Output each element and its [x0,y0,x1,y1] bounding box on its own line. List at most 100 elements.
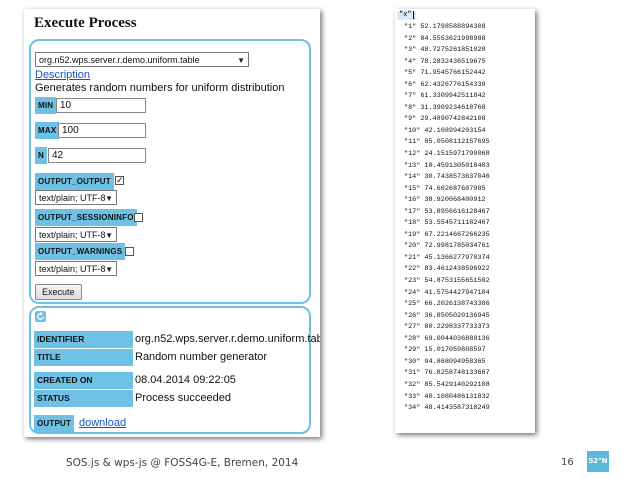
csv-header-cell[interactable]: "x" [397,11,416,20]
csv-row-value: 62.4326776154339 [420,80,486,89]
description-link[interactable]: Description [35,69,90,81]
csv-row: "8" 31.3909234618768 [404,103,490,115]
csv-row-index: "12" [404,150,421,159]
csv-row-index: "28" [404,334,421,343]
csv-row: "13" 10.4591305018403 [404,161,490,173]
csv-row-index: "15" [404,184,421,193]
identifier-label: Identifier [34,331,133,348]
output-output-checkbox[interactable]: ✓ [115,176,124,185]
csv-row-index: "7" [404,92,417,101]
csv-row: "27" 80.2298337733373 [404,322,490,334]
csv-row-value: 71.9545766152442 [420,69,486,78]
csv-row: "31" 76.8258748133667 [404,368,490,380]
refresh-icon[interactable] [35,311,46,322]
execute-process-panel: Execute Process org.n52.wps.server.r.dem… [24,9,320,437]
csv-row-value: 30.7438573637046 [424,173,490,182]
csv-row: "28" 69.0044036880136 [404,334,490,346]
status-label: Status [34,390,133,407]
csv-row: "26" 36.8505020136945 [404,311,490,323]
download-link[interactable]: download [79,417,126,429]
csv-row: "25" 66.2026138743386 [404,299,490,311]
output-sessioninfo-format-select[interactable]: text/plain; UTF-8 ▼ [35,227,117,242]
csv-row-index: "31" [404,369,421,378]
csv-row-value: 10.4591305018403 [424,161,490,170]
csv-row: "1" 52.1798588894308 [404,22,490,34]
csv-row: "22" 83.4612438596922 [404,264,490,276]
min-input[interactable]: 10 [56,98,146,113]
csv-row-value: 31.3909234618768 [420,103,486,112]
csv-row: "15" 74.602687607985 [404,184,490,196]
csv-row-value: 85.0508112157695 [424,138,490,147]
csv-row-index: "23" [404,277,421,286]
csv-row-value: 15.017059808597 [424,346,486,355]
created-on-value: 08.04.2014 09:22:05 [135,374,236,386]
csv-row: "19" 67.2214667266235 [404,230,490,242]
csv-row-value: 53.8956616128467 [424,207,490,216]
identifier-value: org.n52.wps.server.r.demo.uniform.table [135,333,320,345]
csv-row-index: "4" [404,57,417,66]
csv-row: "33" 40.1080486131832 [404,392,490,404]
csv-rows: "1" 52.1798588894308 "2" 84.5553621998988… [404,22,490,415]
csv-row-value: 74.602687607985 [424,184,486,193]
output-warnings-format-select[interactable]: text/plain; UTF-8 ▼ [35,261,117,276]
csv-output-view: "x" "1" 52.1798588894308 "2" 84.555362199… [395,9,535,433]
csv-row: "24" 41.5754427947104 [404,288,490,300]
panel-title: Execute Process [34,15,137,31]
output-warnings-checkbox[interactable] [125,247,134,256]
output-output-format-select[interactable]: text/plain; UTF-8 ▼ [35,190,117,205]
csv-row: "17" 53.8956616128467 [404,207,490,219]
page-number: 16 [561,457,574,468]
csv-row: "3" 48.7275261851028 [404,45,490,57]
csv-row-value: 61.3309942511842 [420,92,486,101]
csv-row-index: "1" [404,23,417,31]
csv-row: "6" 62.4326776154339 [404,80,490,92]
csv-row-value: 40.1080486131832 [424,392,490,401]
csv-row-index: "30" [404,357,421,366]
n-label: N [35,147,47,164]
csv-row-index: "5" [404,69,417,78]
csv-row: "32" 85.5429140292108 [404,380,490,392]
csv-row-value: 84.5553621998988 [420,34,486,43]
csv-row-value: 72.9981785034761 [424,242,490,251]
csv-row-index: "11" [404,138,421,147]
csv-row: "23" 54.8753155651502 [404,276,490,288]
csv-row-index: "24" [404,288,421,297]
csv-row: "11" 85.0508112157695 [404,137,490,149]
process-select[interactable]: org.n52.wps.server.r.demo.uniform.table … [35,52,249,67]
execute-button[interactable]: Execute [35,284,82,300]
csv-row-index: "9" [404,115,417,124]
logo: 52°N [587,451,609,472]
csv-row-value: 24.1515971790068 [424,150,490,159]
csv-row-index: "3" [404,46,417,55]
csv-row-value: 53.5545711182467 [424,219,490,228]
footer-text: SOS.js & wps-js @ FOSS4G-E, Bremen, 2014 [66,457,299,469]
csv-row: "21" 45.1366277970374 [404,253,490,265]
status-value: Process succeeded [135,392,231,404]
csv-row: "10" 42.108994203154 [404,126,490,138]
csv-row-value: 29.4890742842108 [420,115,486,124]
output-warnings-label: Output_Warnings [35,243,126,260]
output-output-format: text/plain; UTF-8 [39,193,106,203]
min-label: Min [35,97,57,114]
max-input[interactable]: 100 [58,123,146,138]
n-input[interactable]: 42 [48,148,146,163]
csv-row-index: "18" [404,219,421,228]
csv-row-index: "19" [404,230,421,239]
csv-row-index: "16" [404,196,421,205]
csv-row-value: 42.108994203154 [424,126,486,135]
csv-row-index: "2" [404,34,417,43]
csv-row-index: "8" [404,103,417,112]
output-sessioninfo-label: Output_SessionInfo [35,209,137,226]
csv-row: "29" 15.017059808597 [404,345,490,357]
csv-row: "7" 61.3309942511842 [404,91,490,103]
csv-row-value: 76.8258748133667 [424,369,490,378]
csv-row-index: "14" [404,173,421,182]
csv-row: "34" 48.4143587318249 [404,403,490,415]
process-input-form: org.n52.wps.server.r.demo.uniform.table … [29,39,311,304]
output-output-label: Output_Output [35,173,114,190]
title-value: Random number generator [135,351,268,363]
chevron-down-icon: ▼ [105,265,113,274]
csv-row: "14" 30.7438573637046 [404,172,490,184]
output-sessioninfo-checkbox[interactable] [134,213,143,222]
csv-row: "2" 84.5553621998988 [404,34,490,46]
